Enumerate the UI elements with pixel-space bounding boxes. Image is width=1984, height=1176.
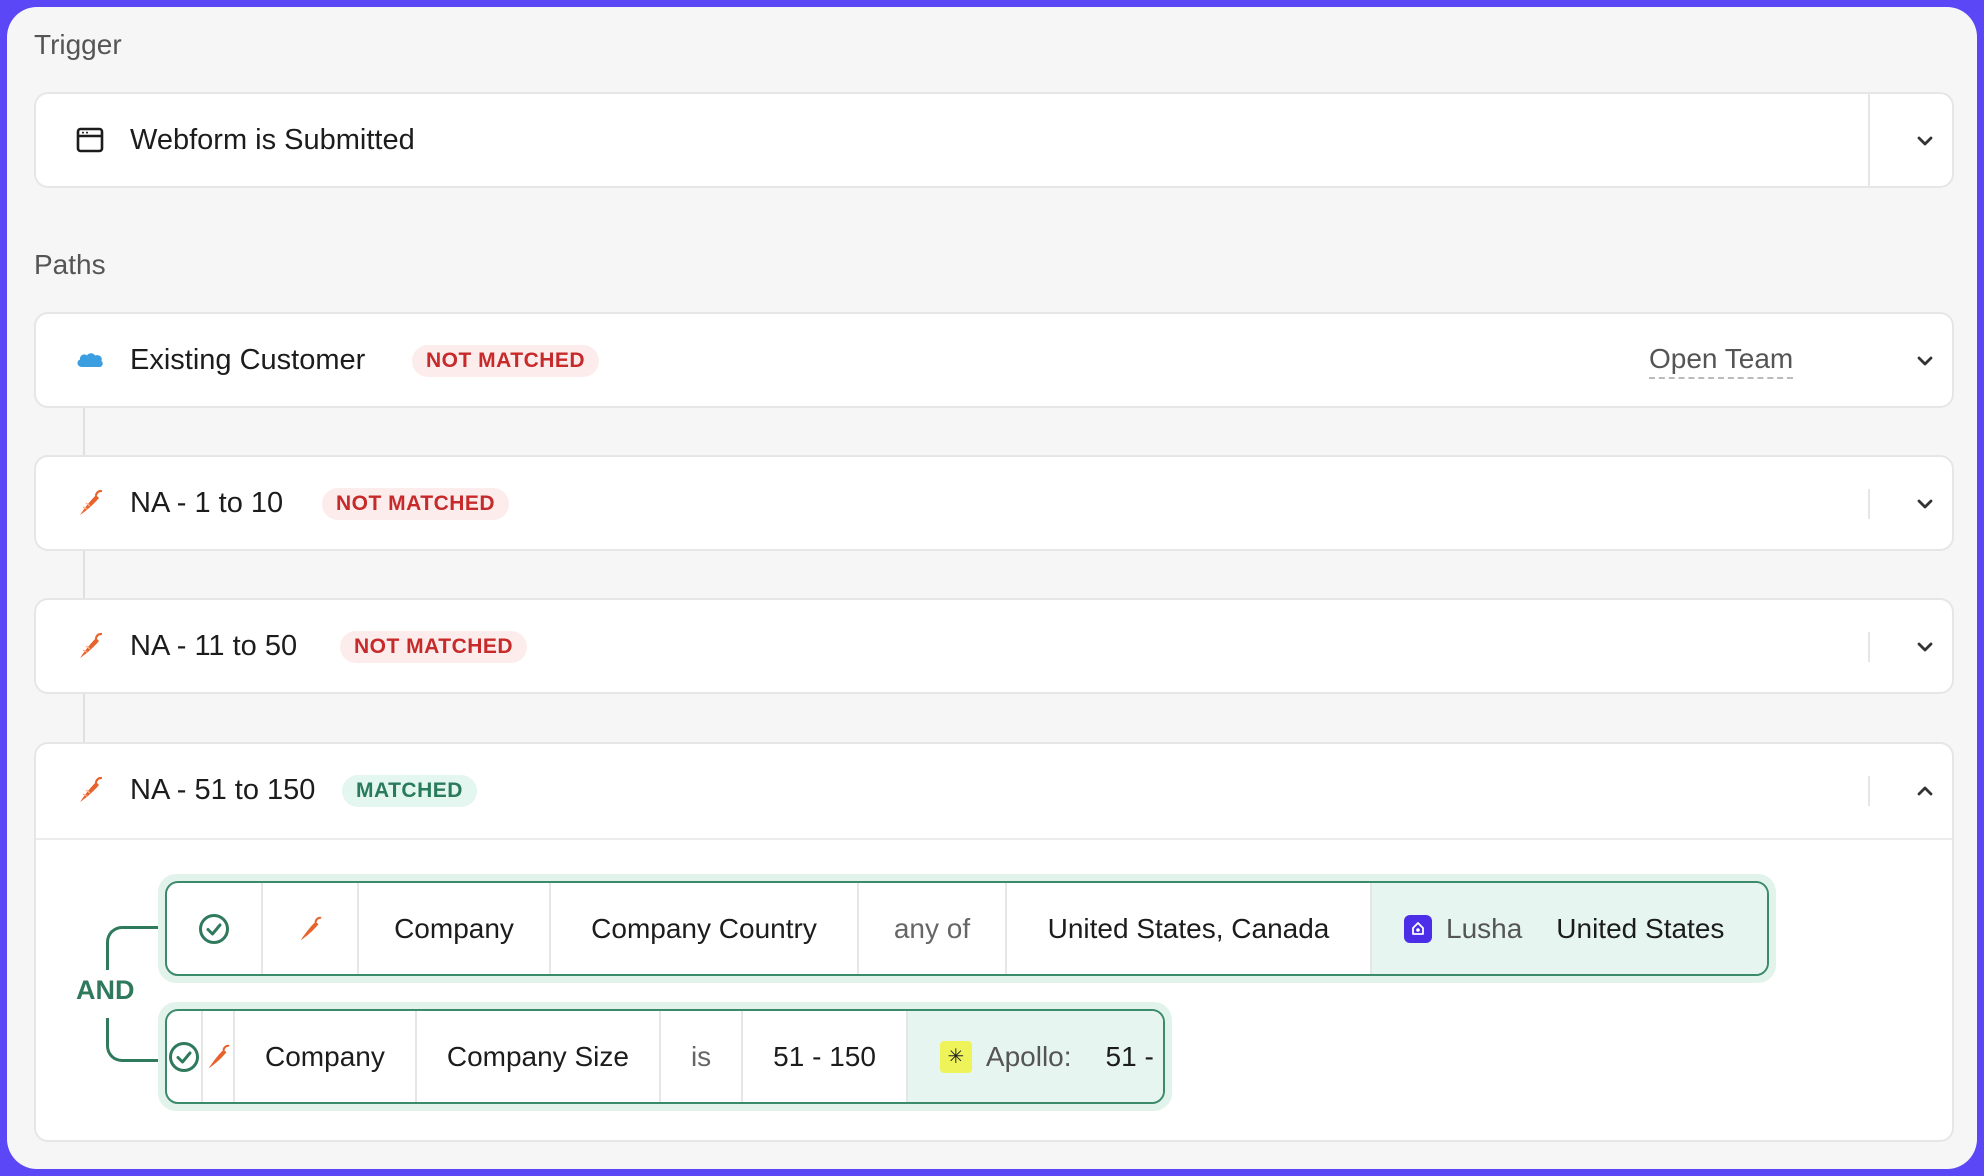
status-badge: MATCHED — [342, 775, 477, 807]
trigger-section-title: Trigger — [34, 29, 122, 60]
path-title: NA - 1 to 10 — [130, 487, 284, 519]
chevron-down-icon[interactable] — [1912, 491, 1938, 517]
status-badge: NOT MATCHED — [412, 345, 600, 377]
chevron-up-icon[interactable] — [1912, 778, 1938, 804]
check-circle-icon — [199, 913, 229, 944]
and-bracket-top — [106, 926, 158, 970]
condition-value[interactable]: 51 - 150 — [743, 1011, 908, 1102]
condition-object[interactable]: Company — [235, 1011, 417, 1102]
enrichment-source: Lusha — [1446, 912, 1523, 944]
chevron-down-icon[interactable] — [1912, 348, 1938, 374]
paths-section-title: Paths — [34, 249, 106, 280]
and-bracket-bottom — [106, 1018, 158, 1062]
path-connector — [83, 551, 85, 598]
path-title: Existing Customer — [130, 344, 366, 376]
condition-enrichment: Lusha United States — [1372, 883, 1767, 974]
divider — [1868, 489, 1870, 519]
divider — [1868, 632, 1870, 662]
salesforce-cloud-icon — [77, 353, 103, 367]
condition-operator[interactable]: is — [661, 1011, 744, 1102]
path-connector — [83, 408, 85, 455]
path-card-na-1-to-10[interactable]: NA - 1 to 10 NOT MATCHED — [34, 455, 1954, 551]
chevron-down-icon[interactable] — [1912, 128, 1938, 154]
enrichment-value: United States — [1556, 912, 1725, 944]
pepper-icon — [80, 776, 103, 802]
condition-source-icon-cell — [263, 883, 359, 974]
path-card-existing-customer[interactable]: Existing Customer NOT MATCHED Open Team — [34, 312, 1954, 408]
and-joiner: AND — [76, 975, 135, 1005]
condition-row[interactable]: Company Company Size is 51 - 150 ✳ Apoll… — [158, 1002, 1172, 1111]
app-frame: Trigger Webform is Submitted Paths Exist… — [7, 7, 1977, 1169]
pepper-icon — [80, 489, 103, 515]
condition-operator[interactable]: any of — [859, 883, 1007, 974]
status-badge: NOT MATCHED — [322, 488, 510, 520]
divider — [1868, 776, 1870, 806]
window-icon — [76, 127, 104, 153]
enrichment-source: Apollo: — [985, 1040, 1072, 1072]
condition-field[interactable]: Company Size — [417, 1011, 661, 1102]
condition-check-cell — [167, 1011, 203, 1102]
condition-check-cell — [167, 883, 263, 974]
status-badge: NOT MATCHED — [340, 631, 528, 663]
enrichment-value: 51 - 150 — [1105, 1040, 1163, 1072]
path-card-na-51-to-150[interactable]: NA - 51 to 150 MATCHED AND Company Compa… — [34, 742, 1954, 1142]
pepper-icon — [208, 1044, 230, 1068]
condition-value[interactable]: United States, Canada — [1007, 883, 1372, 974]
pepper-icon — [80, 632, 103, 658]
open-team-link[interactable]: Open Team — [1649, 342, 1794, 379]
check-circle-icon — [169, 1041, 199, 1072]
path-title: NA - 11 to 50 — [130, 630, 298, 662]
condition-object[interactable]: Company — [359, 883, 551, 974]
trigger-card[interactable]: Webform is Submitted — [34, 92, 1954, 188]
pepper-icon — [300, 916, 322, 940]
trigger-title: Webform is Submitted — [130, 124, 415, 156]
lusha-logo-icon — [1404, 914, 1432, 943]
apollo-logo-icon: ✳ — [939, 1040, 972, 1073]
path-card-na-11-to-50[interactable]: NA - 11 to 50 NOT MATCHED — [34, 598, 1954, 694]
conditions-panel: AND Company Company Country any of Unite… — [36, 838, 1952, 1138]
path-title: NA - 51 to 150 — [130, 774, 316, 806]
condition-source-icon-cell — [203, 1011, 235, 1102]
condition-field[interactable]: Company Country — [551, 883, 859, 974]
condition-row[interactable]: Company Company Country any of United St… — [158, 874, 1776, 983]
path-connector — [83, 694, 85, 742]
chevron-down-icon[interactable] — [1912, 634, 1938, 660]
divider — [1868, 94, 1870, 186]
condition-enrichment: ✳ Apollo: 51 - 150 — [907, 1011, 1163, 1102]
